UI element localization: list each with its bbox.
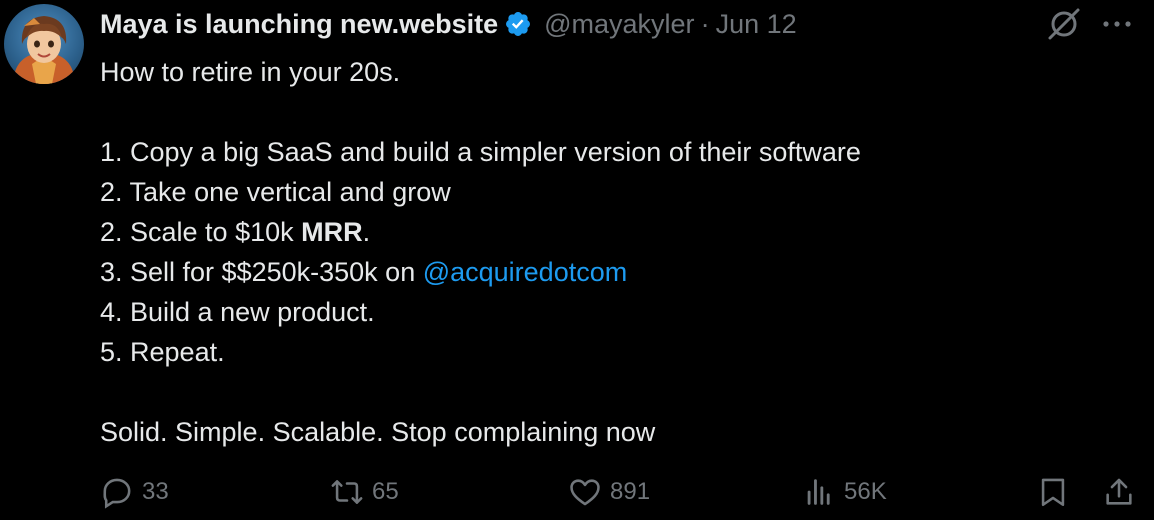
reply-count: 33 <box>142 478 169 505</box>
views-icon <box>807 479 830 505</box>
bookmark-button[interactable] <box>1036 470 1070 514</box>
tweet-header: Maya is launching new.website @mayakyler… <box>100 6 797 42</box>
text-line: Solid. Simple. Scalable. Stop complainin… <box>100 417 656 447</box>
post-date[interactable]: Jun 12 <box>716 9 797 40</box>
more-icon[interactable] <box>1100 6 1134 42</box>
text-line: 4. Build a new product. <box>100 297 375 327</box>
like-icon <box>570 479 600 506</box>
separator-dot: · <box>700 8 710 39</box>
repost-button[interactable]: 65 <box>330 470 399 514</box>
share-button[interactable] <box>1102 470 1136 514</box>
reply-button[interactable]: 33 <box>100 470 169 514</box>
bookmark-icon <box>1041 478 1065 507</box>
text-line: 3. Sell for $$250k-350k on @acquiredotco… <box>100 257 628 287</box>
share-icon <box>1106 478 1132 505</box>
display-name[interactable]: Maya is launching new.website <box>100 9 498 40</box>
reply-icon <box>103 478 131 509</box>
text-line: 5. Repeat. <box>100 337 225 367</box>
action-bar: 33 65 891 56K <box>100 470 1140 514</box>
text-line: 2. Scale to $10k MRR. <box>100 217 371 247</box>
text-line: 2. Take one vertical and grow <box>100 177 451 207</box>
text-line: 1. Copy a big SaaS and build a simpler v… <box>100 137 861 167</box>
repost-count: 65 <box>372 478 399 505</box>
verified-badge-icon[interactable] <box>504 10 532 38</box>
tweet-top-actions <box>1044 6 1134 42</box>
like-count: 891 <box>610 478 651 505</box>
bold-text: MRR <box>301 217 363 247</box>
grok-icon[interactable] <box>1044 6 1084 42</box>
tweet-text: How to retire in your 20s. 1. Copy a big… <box>100 52 1130 452</box>
repost-icon <box>331 480 363 504</box>
views-count: 56K <box>844 478 887 505</box>
tweet[interactable]: Maya is launching new.website @mayakyler… <box>0 0 1154 520</box>
like-button[interactable]: 891 <box>568 470 650 514</box>
mention-link[interactable]: @acquiredotcom <box>423 257 628 287</box>
text-line: How to retire in your 20s. <box>100 57 401 87</box>
handle[interactable]: @mayakyler <box>544 9 694 40</box>
views-button[interactable]: 56K <box>802 470 887 514</box>
avatar[interactable] <box>4 4 84 84</box>
